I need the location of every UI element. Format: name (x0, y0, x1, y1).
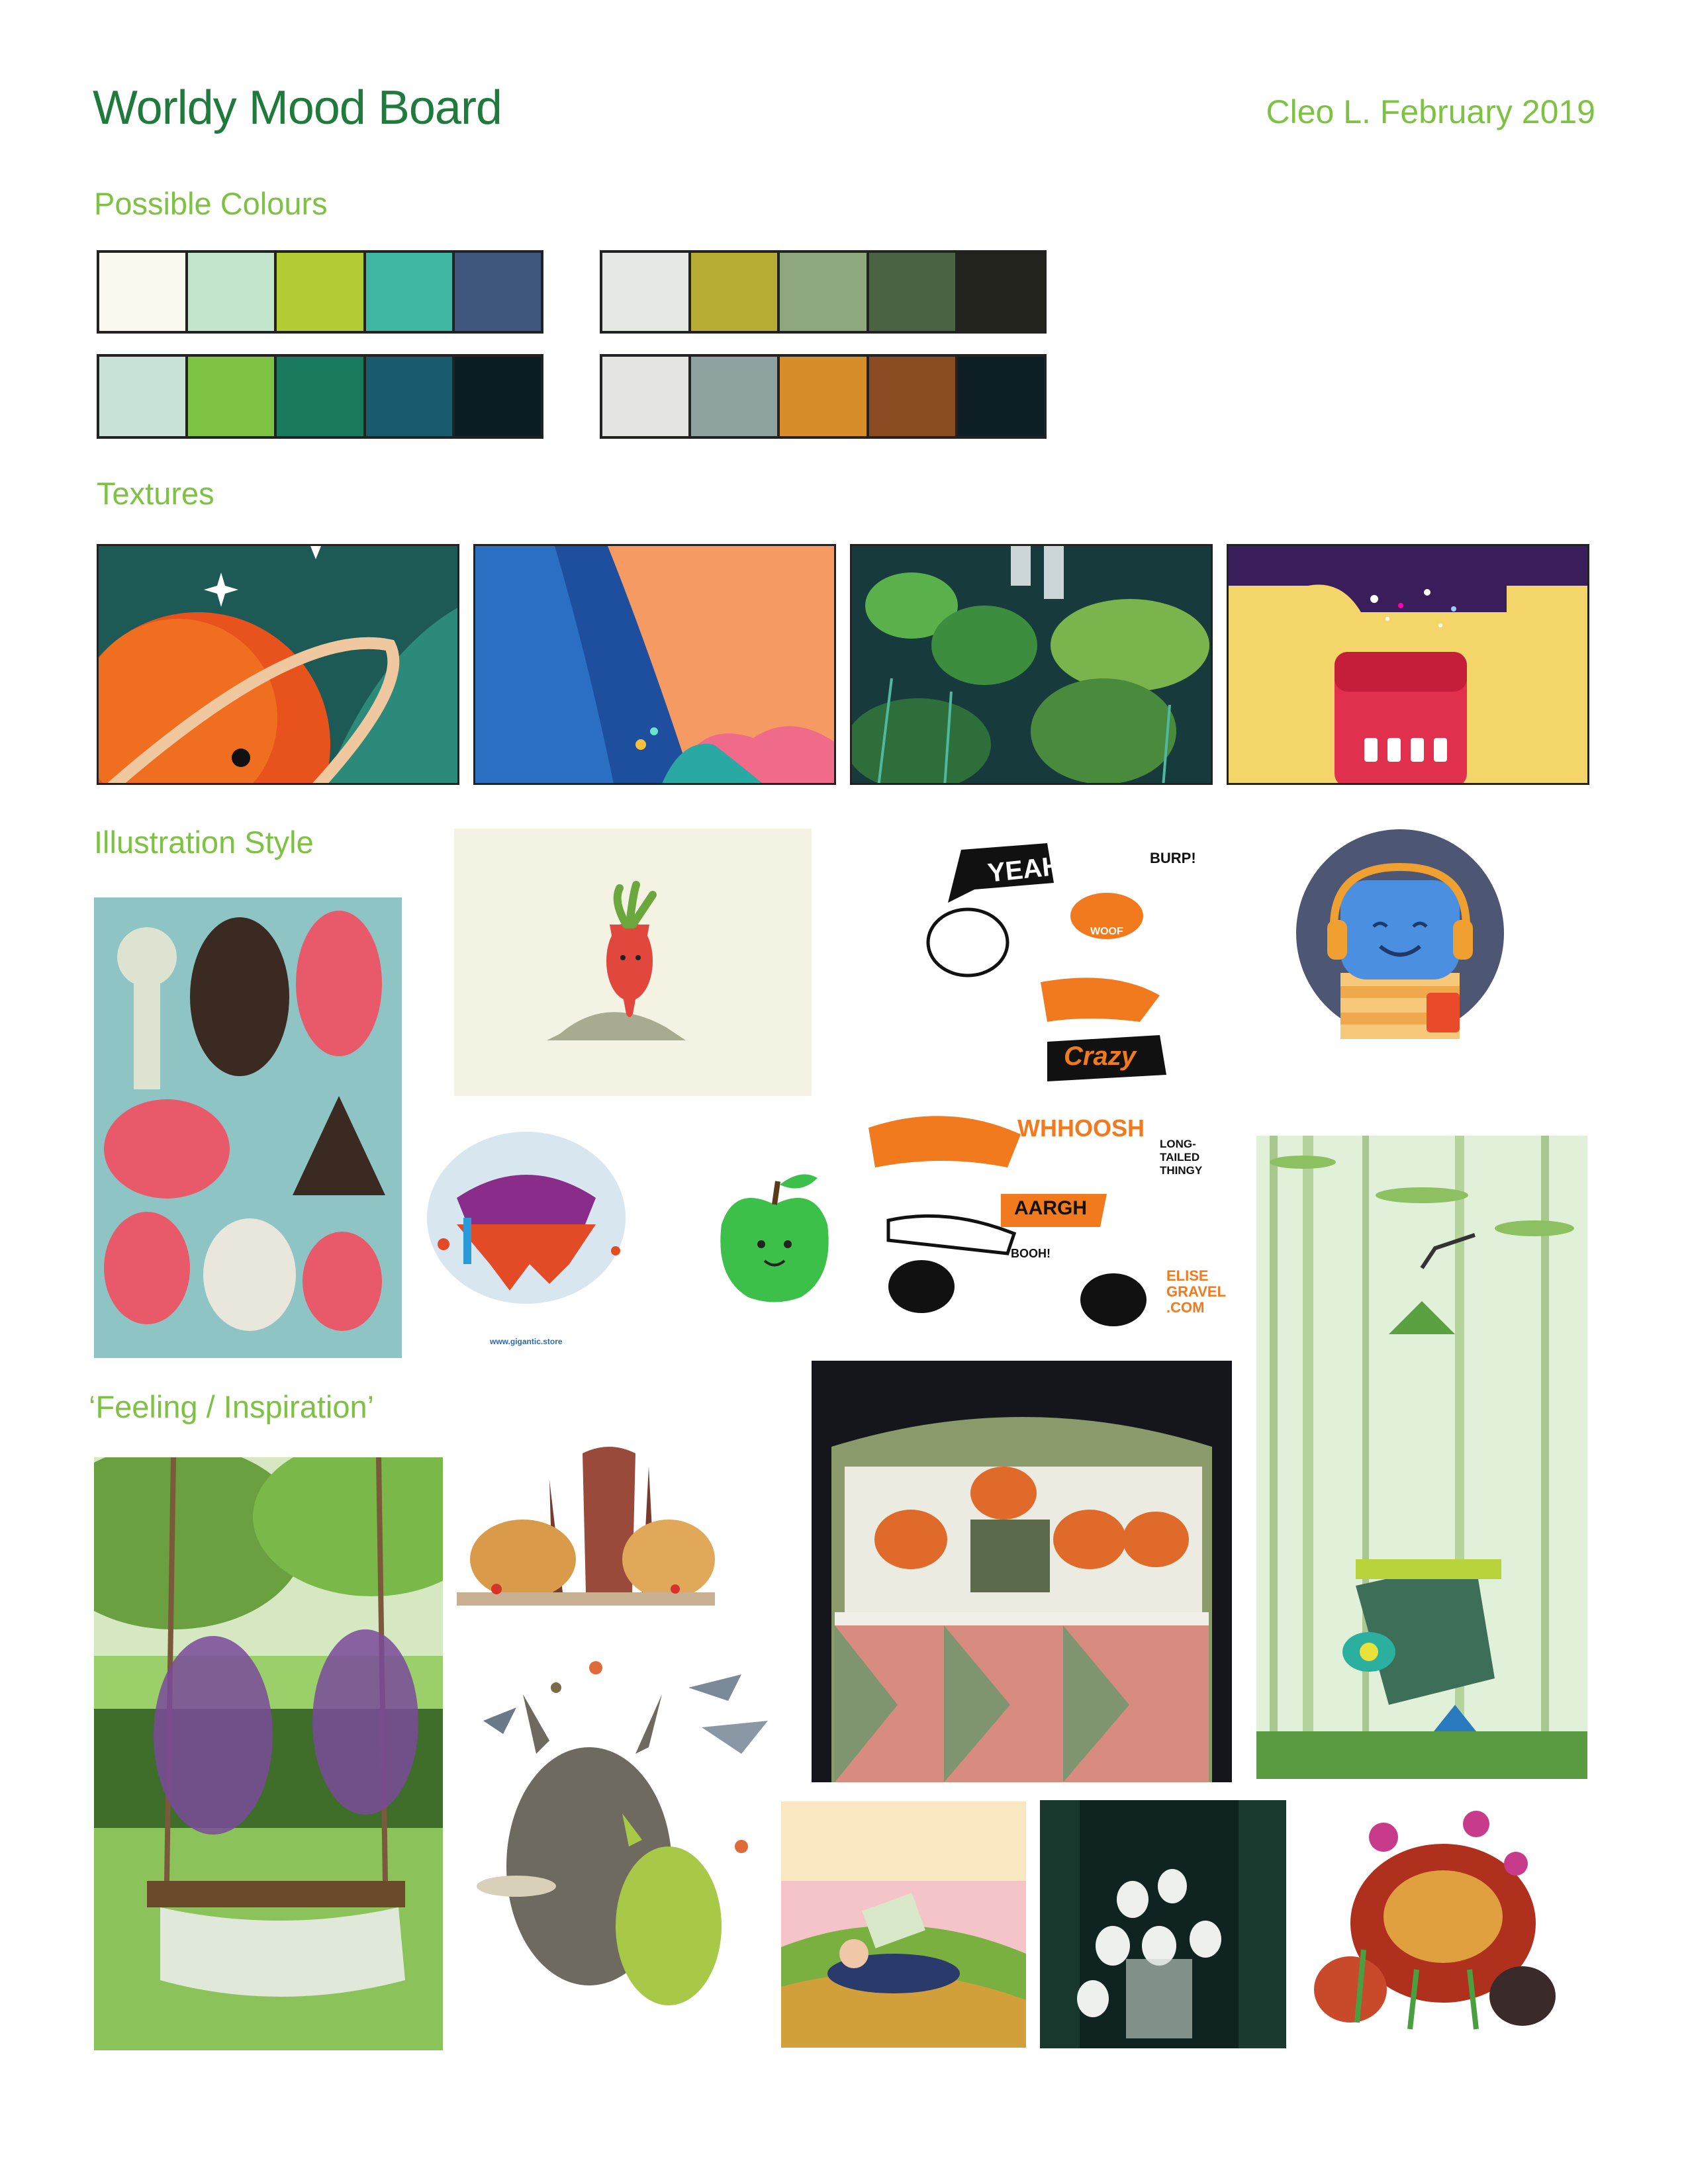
doodle-whoosh: WHHOOSH (1017, 1115, 1145, 1142)
illustration-floating-island: www.gigantic.store (417, 1112, 635, 1357)
illustration-carrot (454, 829, 812, 1096)
doodle-elise: ELISE GRAVEL .COM (1166, 1267, 1226, 1316)
illustration-headphones (1294, 827, 1506, 1039)
swatch (454, 253, 541, 331)
doodle-aargh: AARGH (1014, 1197, 1087, 1219)
inspiration-stump (457, 1440, 715, 1627)
swatch (602, 253, 689, 331)
illustration-apple (708, 1165, 841, 1310)
doodle-burp: BURP! (1150, 850, 1196, 866)
section-heading-illustration: Illustration Style (94, 825, 314, 860)
swatch (454, 357, 541, 436)
section-heading-colours: Possible Colours (94, 186, 328, 221)
inspiration-forest-animals (463, 1648, 788, 2058)
doodle-woof: WOOF (1090, 926, 1123, 937)
gigantic-caption: www.gigantic.store (490, 1337, 563, 1346)
illustration-doodles: YEAH BURP! WOOF Crazy WHHOOSH LONG-TAILE… (849, 823, 1246, 1334)
swatch (277, 253, 363, 331)
swatch (868, 357, 955, 436)
colour-palette-2 (600, 250, 1047, 334)
swatch (365, 357, 452, 436)
swatch (277, 357, 363, 436)
inspiration-foxes-in-bed (812, 1361, 1232, 1782)
texture-coast (473, 544, 836, 785)
swatch (868, 253, 955, 331)
colour-palette-3 (97, 354, 543, 439)
swatch (188, 253, 275, 331)
swatch (780, 253, 867, 331)
doodle-booh: BOOH! (1011, 1247, 1051, 1260)
doodle-crazy: Crazy (1064, 1042, 1136, 1071)
swatch (99, 253, 186, 331)
texture-planet (97, 544, 459, 785)
swatch (957, 357, 1045, 436)
illustration-forest-creatures (1256, 1136, 1587, 1779)
page-title: Worldy Mood Board (93, 81, 502, 134)
section-heading-feeling: ‘Feeling / Inspiration’ (89, 1389, 375, 1424)
author-date: Cleo L. February 2019 (1266, 93, 1595, 130)
swatch (691, 253, 778, 331)
doodle-long-tailed: LONG-TAILED THINGY (1160, 1138, 1203, 1177)
inspiration-kodama (1040, 1800, 1286, 2048)
swatch (188, 357, 275, 436)
inspiration-plant-creatures (1297, 1797, 1575, 2053)
inspiration-girl-in-field (781, 1801, 1026, 2048)
swatch (691, 357, 778, 436)
swatch (957, 253, 1045, 331)
swatch (780, 357, 867, 436)
colour-palette-1 (97, 250, 543, 334)
colour-palette-4 (600, 354, 1047, 439)
texture-sparkle (1227, 544, 1589, 785)
illustration-monsters (94, 897, 402, 1358)
swatch (365, 253, 452, 331)
inspiration-swing (94, 1457, 443, 2050)
texture-jungle (850, 544, 1213, 785)
swatch (99, 357, 186, 436)
swatch (602, 357, 689, 436)
section-heading-textures: Textures (97, 476, 214, 511)
